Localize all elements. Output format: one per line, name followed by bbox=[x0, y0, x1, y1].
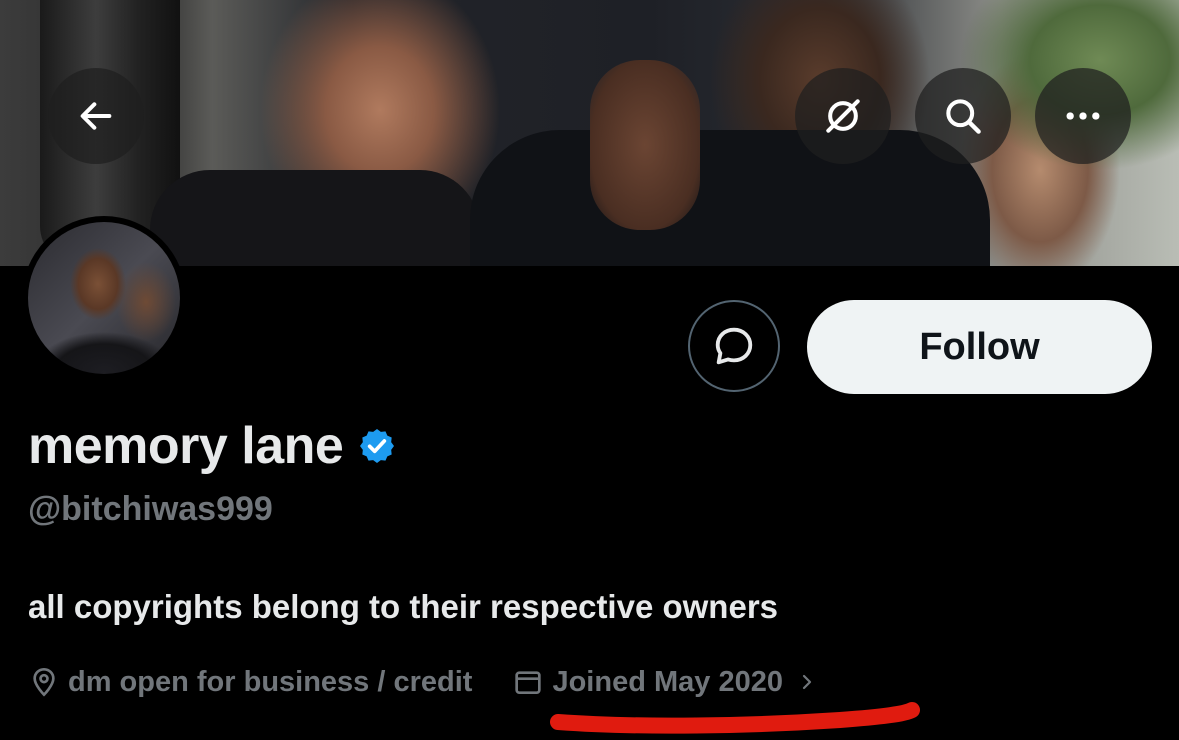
profile-meta: dm open for business / credit Joined May… bbox=[28, 660, 825, 704]
profile-handle: @bitchiwas999 bbox=[28, 490, 273, 528]
joined-text: Joined May 2020 bbox=[552, 665, 783, 698]
verified-badge-icon[interactable] bbox=[357, 426, 397, 466]
search-button[interactable] bbox=[915, 68, 1011, 164]
more-horizontal-icon bbox=[1066, 112, 1100, 120]
profile-avatar[interactable] bbox=[22, 216, 186, 380]
red-annotation-underline bbox=[550, 702, 920, 734]
location-text: dm open for business / credit bbox=[68, 665, 473, 698]
banner-hand bbox=[590, 60, 700, 230]
profile-bio: all copyrights belong to their respectiv… bbox=[28, 588, 779, 625]
back-button[interactable] bbox=[48, 68, 144, 164]
grok-button[interactable] bbox=[795, 68, 891, 164]
arrow-left-icon bbox=[80, 102, 112, 130]
follow-button[interactable]: Follow bbox=[807, 300, 1152, 394]
display-name: memory lane bbox=[28, 417, 344, 475]
message-bubble-icon bbox=[715, 327, 753, 365]
avatar-image bbox=[28, 222, 180, 374]
grok-slash-icon bbox=[826, 99, 860, 133]
search-icon bbox=[946, 99, 981, 134]
location-item: dm open for business / credit bbox=[28, 666, 472, 699]
chevron-right-icon bbox=[797, 670, 825, 694]
location-pin-icon bbox=[33, 667, 55, 697]
joined-date-item[interactable]: Joined May 2020 bbox=[512, 666, 825, 699]
banner-person-center bbox=[470, 130, 990, 266]
banner-person-left bbox=[150, 170, 480, 266]
profile-name-row: memory lane bbox=[28, 414, 397, 478]
message-button[interactable] bbox=[688, 300, 780, 392]
calendar-icon bbox=[515, 671, 542, 694]
more-options-button[interactable] bbox=[1035, 68, 1131, 164]
